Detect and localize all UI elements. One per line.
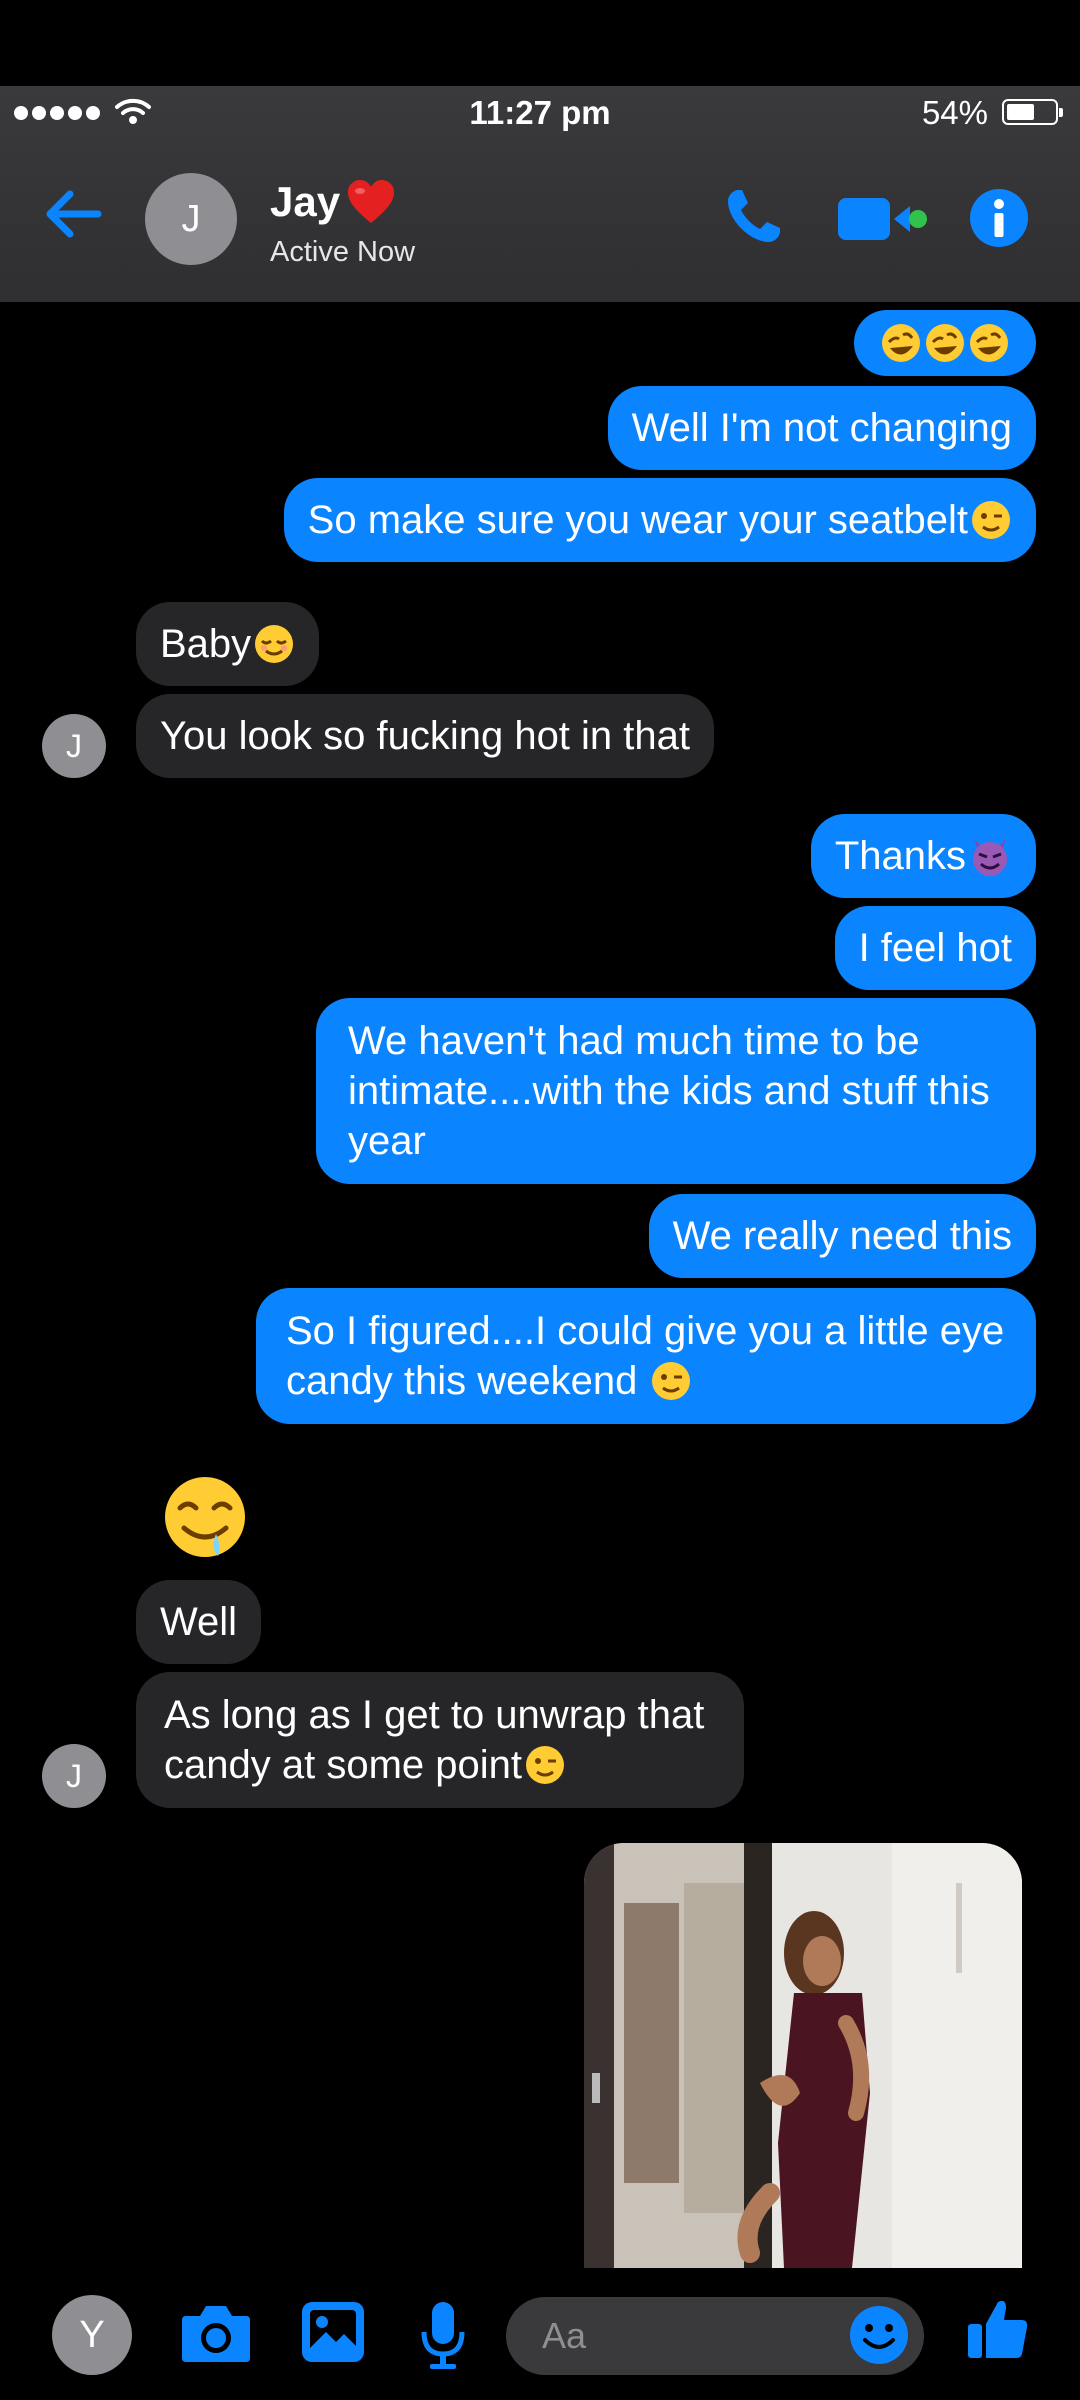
relieved-emoji-icon: [255, 625, 294, 663]
microphone-icon[interactable]: [420, 2300, 466, 2370]
message-incoming[interactable]: Baby: [136, 602, 320, 686]
message-text: I feel hot: [858, 926, 1012, 970]
gallery-icon[interactable]: [300, 2300, 366, 2364]
message-text-line: year: [348, 1119, 426, 1163]
contact-name[interactable]: Jay: [270, 178, 396, 226]
battery-icon: [1002, 99, 1063, 125]
active-status: Active Now: [270, 236, 416, 268]
devil-emoji-icon: [973, 838, 1007, 876]
contact-avatar-small[interactable]: J: [42, 1744, 106, 1808]
message-text: We really need this: [672, 1214, 1012, 1258]
clock: 11:27 pm: [469, 94, 611, 131]
photo-image: [584, 1843, 1022, 2268]
message-text-line: intimate....with the kids and stuff this: [348, 1069, 990, 1113]
message-outgoing[interactable]: Thanks: [810, 814, 1036, 898]
camera-icon[interactable]: [180, 2300, 252, 2366]
message-text-line: As long as I get to unwrap that: [164, 1693, 705, 1737]
message-text: Baby: [160, 622, 252, 666]
emoji-picker-icon[interactable]: [848, 2304, 910, 2366]
message-text: Well: [160, 1600, 238, 1644]
message-outgoing[interactable]: We really need this: [648, 1194, 1036, 1278]
phone-call-icon[interactable]: [724, 186, 784, 246]
contact-name-text: Jay: [270, 178, 341, 225]
message-outgoing[interactable]: We haven't had much time to be intimate.…: [316, 998, 1036, 1184]
message-incoming[interactable]: You look so fucking hot in that: [136, 694, 714, 778]
wink-emoji-icon: [972, 501, 1010, 539]
message-outgoing[interactable]: Well I'm not changing: [607, 386, 1036, 470]
message-text: You look so fucking hot in that: [160, 714, 690, 758]
message-text-line: candy this weekend: [286, 1359, 649, 1403]
message-outgoing[interactable]: [854, 310, 1036, 376]
message-text-line: candy at some point: [164, 1743, 522, 1787]
message-text: Thanks: [834, 834, 966, 878]
heart-icon: [348, 180, 395, 223]
user-avatar[interactable]: Y: [52, 2295, 132, 2375]
rofl-emoji-icon: [880, 322, 1010, 364]
photo-message[interactable]: [584, 1843, 1022, 2268]
back-arrow-icon[interactable]: [42, 188, 102, 240]
message-outgoing[interactable]: I feel hot: [834, 906, 1036, 990]
message-text-line: So I figured....I could give you a littl…: [286, 1309, 1005, 1353]
message-text: Well I'm not changing: [631, 406, 1012, 450]
top-black-band: [0, 0, 1080, 86]
message-outgoing[interactable]: So make sure you wear your seatbelt: [283, 478, 1036, 562]
wink-emoji-icon: [652, 1362, 691, 1400]
info-icon[interactable]: [968, 187, 1030, 249]
contact-avatar-small[interactable]: J: [42, 714, 106, 778]
message-text-line: We haven't had much time to be: [348, 1019, 920, 1063]
drooling-emoji-icon[interactable]: [160, 1472, 250, 1562]
status-bar: 11:27 pm 54%: [0, 86, 1080, 142]
message-incoming[interactable]: As long as I get to unwrap that candy at…: [136, 1672, 744, 1808]
battery-percent: 54%: [921, 94, 988, 131]
message-input-placeholder: Aa: [542, 2315, 587, 2356]
video-call-icon[interactable]: [838, 196, 928, 242]
message-incoming[interactable]: Well: [136, 1580, 262, 1664]
contact-avatar[interactable]: J: [145, 173, 237, 265]
thumbs-up-icon[interactable]: [966, 2296, 1030, 2362]
message-outgoing[interactable]: So I figured....I could give you a littl…: [256, 1288, 1036, 1424]
wink-emoji-icon: [526, 1746, 564, 1784]
message-text: So make sure you wear your seatbelt: [307, 498, 968, 542]
